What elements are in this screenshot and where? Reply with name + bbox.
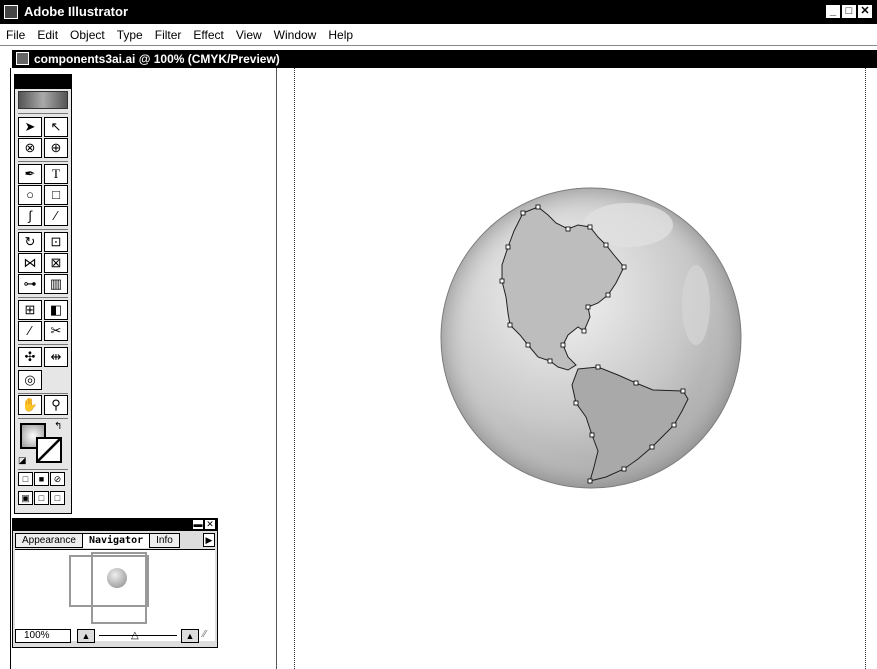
default-colors-icon[interactable]: ◪ — [18, 455, 27, 466]
none-mode-icon[interactable]: ⊘ — [50, 472, 65, 486]
panel-menu-arrow-icon[interactable]: ▶ — [203, 533, 215, 547]
menu-view[interactable]: View — [236, 28, 262, 42]
menu-bar: File Edit Object Type Filter Effect View… — [0, 24, 877, 46]
menu-window[interactable]: Window — [274, 28, 317, 42]
page-boundary-right — [865, 68, 866, 669]
type-icon[interactable]: T — [44, 164, 68, 184]
rotate-icon[interactable]: ↻ — [18, 232, 42, 252]
spiral-icon[interactable]: ◎ — [18, 370, 42, 390]
menu-help[interactable]: Help — [328, 28, 353, 42]
zoom-icon[interactable]: ⚲ — [44, 395, 68, 415]
illustrator-logo — [18, 91, 68, 109]
resize-grip-icon[interactable]: ⁄⁄ — [203, 629, 206, 640]
zoom-in-icon[interactable]: ▲ — [181, 629, 199, 643]
navigator-view-box[interactable] — [91, 552, 147, 624]
navigator-zoom-controls: 100% ▲ △ ▲ ⁄⁄ — [15, 629, 215, 645]
mesh-icon[interactable]: ⊞ — [18, 300, 42, 320]
eyedropper-icon[interactable]: ⁄ — [18, 321, 42, 341]
direct-selection-icon[interactable]: ↖ — [44, 117, 68, 137]
selection-arrow-icon[interactable]: ➤ — [18, 117, 42, 137]
gradient-icon[interactable]: ◧ — [44, 300, 68, 320]
zoom-level-field[interactable]: 100% — [15, 629, 71, 643]
tab-info[interactable]: Info — [149, 533, 180, 548]
width-icon[interactable]: ⇹ — [44, 347, 68, 367]
app-title: Adobe Illustrator — [24, 4, 129, 19]
graph-icon[interactable]: ▥ — [44, 274, 68, 294]
pen-icon[interactable]: ✒ — [18, 164, 42, 184]
toolbox-titlebar[interactable] — [15, 75, 71, 89]
maximize-button[interactable]: □ — [841, 4, 857, 19]
zoom-out-icon[interactable]: ▲ — [77, 629, 95, 643]
pasteboard-divider — [276, 68, 277, 669]
menu-effect[interactable]: Effect — [193, 28, 223, 42]
minimize-button[interactable]: _ — [825, 4, 841, 19]
scale-icon[interactable]: ⊡ — [44, 232, 68, 252]
app-titlebar: Adobe Illustrator _ □ ✕ — [0, 0, 877, 24]
reflect-icon[interactable]: ⋈ — [18, 253, 42, 273]
document-titlebar[interactable]: components3ai.ai @ 100% (CMYK/Preview) — [12, 50, 877, 68]
stroke-swatch[interactable] — [36, 437, 62, 463]
menu-object[interactable]: Object — [70, 28, 105, 42]
swap-icon[interactable]: ↰ — [54, 421, 62, 432]
gradient-mode-icon[interactable]: ■ — [34, 472, 49, 486]
pencil-icon[interactable]: ∕ — [44, 206, 68, 226]
panel-minimize-icon[interactable]: ▬ — [193, 520, 203, 529]
blend-icon[interactable]: ⊶ — [18, 274, 42, 294]
standard-screen-icon[interactable]: ▣ — [18, 491, 33, 505]
globe-artwork[interactable] — [438, 185, 744, 491]
lasso-icon[interactable]: ⊗ — [18, 138, 42, 158]
window-left-border — [10, 68, 11, 669]
paintbrush-icon[interactable]: ∫ — [18, 206, 42, 226]
navigator-preview[interactable] — [15, 549, 215, 641]
full-screen-icon[interactable]: □ — [50, 491, 65, 505]
page-boundary-left — [294, 68, 295, 669]
direct-lasso-icon[interactable]: ⊕ — [44, 138, 68, 158]
menu-filter[interactable]: Filter — [155, 28, 182, 42]
full-screen-menu-icon[interactable]: □ — [34, 491, 49, 505]
hand-icon[interactable]: ✋ — [18, 395, 42, 415]
free-transform-icon[interactable]: ⊠ — [44, 253, 68, 273]
menu-type[interactable]: Type — [117, 28, 143, 42]
symbol-sprayer-icon[interactable]: ✣ — [18, 347, 42, 367]
navigator-globe-thumbnail — [107, 568, 127, 588]
fill-stroke-swatch[interactable]: ↰ ◪ — [18, 421, 68, 467]
tab-navigator[interactable]: Navigator — [81, 533, 151, 548]
panel-close-icon[interactable]: ✕ — [205, 520, 215, 529]
zoom-slider-thumb[interactable]: △ — [131, 631, 139, 641]
app-icon[interactable] — [4, 5, 18, 19]
menu-file[interactable]: File — [6, 28, 25, 42]
menu-edit[interactable]: Edit — [37, 28, 58, 42]
color-mode-icon[interactable]: □ — [18, 472, 33, 486]
close-button[interactable]: ✕ — [857, 4, 873, 19]
document-icon[interactable] — [16, 52, 29, 65]
ellipse-icon[interactable]: ○ — [18, 185, 42, 205]
toolbox-panel: ➤ ↖ ⊗ ⊕ ✒ T ○ □ ∫ ∕ ↻ ⊡ ⋈ ⊠ ⊶ ▥ ⊞ ◧ ⁄ ✂ … — [14, 74, 72, 514]
navigator-titlebar[interactable] — [13, 519, 217, 531]
tab-appearance[interactable]: Appearance — [15, 533, 83, 548]
document-title: components3ai.ai @ 100% (CMYK/Preview) — [34, 52, 280, 66]
rectangle-icon[interactable]: □ — [44, 185, 68, 205]
navigator-panel: ▬ ✕ Appearance Navigator Info ▶ 100% ▲ △… — [12, 518, 218, 648]
scissors-icon[interactable]: ✂ — [44, 321, 68, 341]
